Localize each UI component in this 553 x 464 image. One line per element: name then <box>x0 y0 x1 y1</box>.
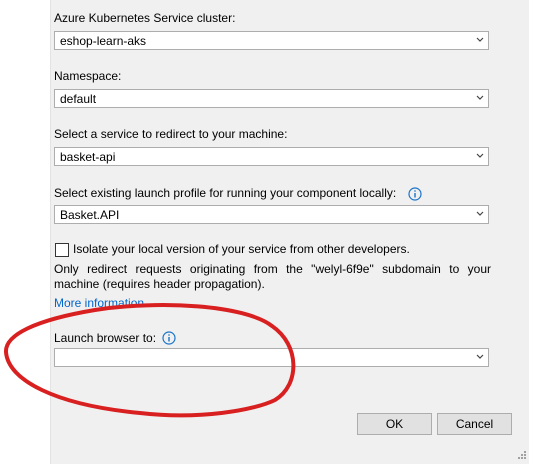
background-gap <box>529 0 553 464</box>
service-dropdown[interactable]: basket-api <box>54 147 489 166</box>
namespace-value: default <box>60 92 97 106</box>
launch-profile-value: Basket.API <box>60 208 120 222</box>
info-icon[interactable] <box>162 331 176 345</box>
chevron-down-icon <box>476 153 484 158</box>
resize-grip-icon[interactable] <box>515 450 527 462</box>
namespace-dropdown[interactable]: default <box>54 89 489 108</box>
dialog-panel <box>50 0 530 464</box>
cancel-button[interactable]: Cancel <box>437 413 512 435</box>
isolate-checkbox-label[interactable]: Isolate your local version of your servi… <box>73 242 410 256</box>
chevron-down-icon <box>476 37 484 42</box>
isolate-description: Only redirect requests originating from … <box>54 262 491 291</box>
launch-profile-label: Select existing launch profile for runni… <box>54 186 397 200</box>
more-information-link[interactable]: More information <box>54 296 144 310</box>
ok-button[interactable]: OK <box>357 413 432 435</box>
launch-browser-combobox[interactable] <box>54 348 489 367</box>
chevron-down-icon <box>476 95 484 100</box>
launch-profile-dropdown[interactable]: Basket.API <box>54 205 489 224</box>
service-label: Select a service to redirect to your mac… <box>54 127 288 141</box>
chevron-down-icon <box>476 354 484 359</box>
cluster-value: eshop-learn-aks <box>60 34 147 48</box>
cluster-label: Azure Kubernetes Service cluster: <box>54 11 236 25</box>
namespace-label: Namespace: <box>54 69 122 83</box>
chevron-down-icon <box>476 211 484 216</box>
cluster-dropdown[interactable]: eshop-learn-aks <box>54 31 489 50</box>
service-value: basket-api <box>60 150 116 164</box>
isolate-checkbox[interactable] <box>55 243 69 257</box>
launch-browser-label: Launch browser to: <box>54 331 157 345</box>
info-icon[interactable] <box>408 187 422 201</box>
